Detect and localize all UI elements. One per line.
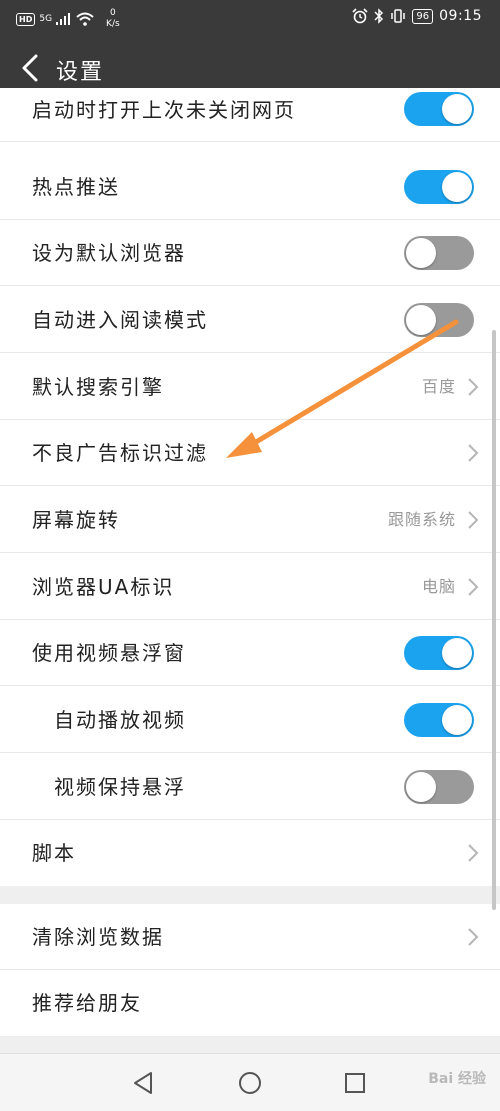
status-bar: HD 5G 0 K/s 96 09:15 [0,0,500,36]
bluetooth-icon [374,8,384,24]
toggle-knob [442,705,472,735]
setting-clear-data[interactable]: 清除浏览数据 [0,904,500,970]
chevron-right-icon [468,844,479,862]
signal-icon [56,13,71,25]
setting-hot-push[interactable]: 热点推送 [0,154,500,220]
setting-label: 热点推送 [32,175,120,199]
default-browser-toggle[interactable] [404,236,474,270]
floating-video-toggle[interactable] [404,636,474,670]
keep-floating-toggle[interactable] [404,770,474,804]
toggle-knob [442,172,472,202]
setting-ad-filter[interactable]: 不良广告标识过滤 [0,420,500,486]
setting-label: 推荐给朋友 [32,991,142,1015]
triangle-back-icon [134,1072,152,1094]
chevron-left-icon [22,54,38,82]
toggle-knob [442,638,472,668]
setting-startup-restore[interactable]: 启动时打开上次未关闭网页 [0,88,500,142]
setting-label: 启动时打开上次未关闭网页 [32,98,296,122]
battery-icon: 96 [412,8,434,24]
vibrate-icon [391,9,406,23]
setting-label: 屏幕旋转 [32,508,120,532]
status-right: 96 09:15 [352,8,482,24]
wifi-icon [76,12,94,26]
watermark: Bai 经验 [428,1071,486,1087]
reading-mode-toggle[interactable] [404,303,474,337]
setting-label: 使用视频悬浮窗 [32,641,186,665]
section-divider [0,1036,500,1053]
setting-reading-mode[interactable]: 自动进入阅读模式 [0,287,500,353]
setting-ua[interactable]: 浏览器UA标识 电脑 [0,554,500,620]
setting-value: 百度 [421,377,456,396]
hot-push-toggle[interactable] [404,170,474,204]
setting-screen-rotation[interactable]: 屏幕旋转 跟随系统 [0,487,500,553]
nav-back-button[interactable] [128,1068,158,1098]
speed-unit: K/s [106,19,120,29]
circle-home-icon [239,1072,261,1094]
speed-value: 0 [109,8,116,18]
setting-search-engine[interactable]: 默认搜索引擎 百度 [0,354,500,420]
page-title: 设置 [56,60,105,85]
setting-value: 电脑 [421,577,456,596]
setting-default-browser[interactable]: 设为默认浏览器 [0,220,500,286]
setting-label: 清除浏览数据 [32,925,164,949]
chevron-right-icon [468,511,479,529]
navigation-bar [0,1053,500,1111]
network-type: 5G [39,14,53,24]
setting-keep-floating[interactable]: 视频保持悬浮 [0,754,500,820]
setting-script[interactable]: 脚本 [0,820,500,886]
alarm-icon [352,8,368,24]
setting-recommend[interactable]: 推荐给朋友 [0,970,500,1036]
scrollbar[interactable] [492,330,496,910]
setting-label: 浏览器UA标识 [32,575,175,599]
back-button[interactable] [10,48,50,88]
toggle-knob [406,305,436,335]
autoplay-video-toggle[interactable] [404,703,474,737]
setting-label: 不良广告标识过滤 [32,441,208,465]
setting-label: 自动播放视频 [54,708,186,732]
setting-floating-video[interactable]: 使用视频悬浮窗 [0,620,500,686]
setting-autoplay-video[interactable]: 自动播放视频 [0,687,500,753]
setting-label: 自动进入阅读模式 [32,308,208,332]
setting-label: 设为默认浏览器 [32,241,186,265]
toggle-knob [406,238,436,268]
clock: 09:15 [439,8,482,24]
setting-label: 脚本 [32,841,76,865]
square-recent-icon [345,1073,365,1093]
setting-label: 默认搜索引擎 [32,375,164,399]
nav-recent-button[interactable] [340,1068,370,1098]
toggle-knob [442,94,472,124]
hd-icon: HD [16,12,36,26]
status-left: HD 5G 0 K/s [16,8,120,30]
chevron-right-icon [468,444,479,462]
section-divider [0,886,500,904]
chevron-right-icon [468,378,479,396]
toggle-knob [406,772,436,802]
setting-label: 视频保持悬浮 [54,775,186,799]
setting-value: 跟随系统 [387,510,456,529]
chevron-right-icon [468,578,479,596]
network-speed: 0 K/s [106,8,120,30]
nav-home-button[interactable] [235,1068,265,1098]
startup-restore-toggle[interactable] [404,92,474,126]
chevron-right-icon [468,928,479,946]
